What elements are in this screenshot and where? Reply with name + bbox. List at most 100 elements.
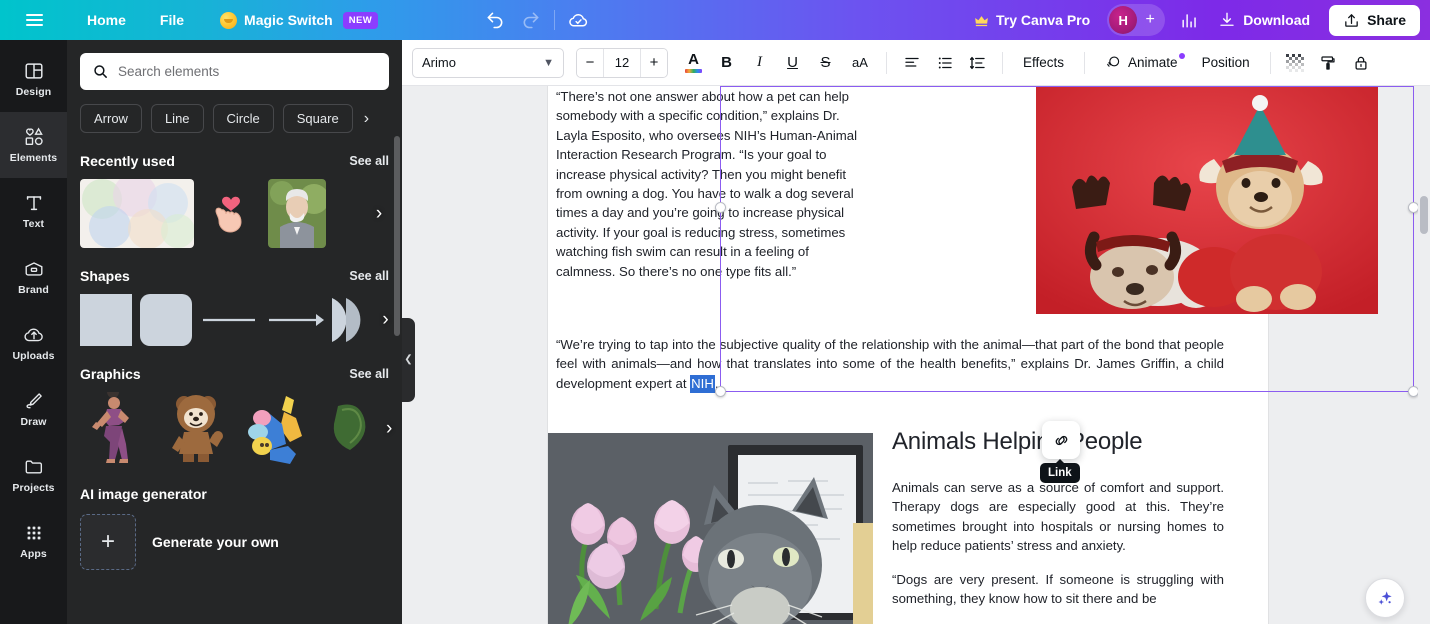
- bold-button[interactable]: B: [711, 47, 742, 78]
- avatar[interactable]: H: [1109, 6, 1138, 34]
- animate-button[interactable]: Animate: [1094, 47, 1189, 78]
- copy-style-roller-icon[interactable]: [1313, 47, 1344, 78]
- sidebar-item-text[interactable]: Text: [0, 178, 67, 244]
- animate-label: Animate: [1128, 55, 1178, 70]
- see-all-graphics[interactable]: See all: [349, 367, 389, 381]
- section-header-shapes: Shapes See all: [80, 268, 389, 284]
- paragraph-2[interactable]: “We’re trying to tap into the subjective…: [556, 335, 1224, 393]
- design-page[interactable]: “There’s not one answer about how a pet …: [548, 86, 1430, 624]
- graphic-person-stack[interactable]: [240, 392, 312, 466]
- panel-scrollbar[interactable]: [394, 136, 400, 336]
- finger-heart-sticker: [215, 196, 242, 233]
- lock-icon[interactable]: [1346, 47, 1377, 78]
- sidebar-item-label: Text: [22, 218, 45, 230]
- sidebar-item-apps[interactable]: Apps: [0, 508, 67, 574]
- chevron-right-icon[interactable]: ›: [369, 203, 389, 225]
- graphic-leaf[interactable]: [320, 392, 378, 466]
- font-size-increase[interactable]: +: [641, 48, 667, 77]
- chevron-down-icon: ▼: [543, 56, 554, 69]
- chip-circle[interactable]: Circle: [212, 104, 274, 133]
- chip-square[interactable]: Square: [282, 104, 353, 133]
- thumb-portrait[interactable]: [268, 179, 326, 248]
- thumb-finger-heart[interactable]: [202, 179, 260, 248]
- section-body[interactable]: Animals can serve as a source of comfort…: [892, 478, 1224, 608]
- ai-generator-row: + Generate your own: [80, 514, 389, 570]
- add-collaborator-button[interactable]: +: [1137, 7, 1163, 33]
- divider: [1269, 51, 1271, 74]
- search-input[interactable]: [118, 64, 377, 79]
- sidebar-item-label: Projects: [12, 482, 55, 494]
- sidebar-item-projects[interactable]: Projects: [0, 442, 67, 508]
- letter-case-button[interactable]: aA: [843, 47, 877, 78]
- chevron-left-icon: ❮: [404, 354, 413, 365]
- insights-chart-icon[interactable]: [1171, 2, 1207, 38]
- magic-switch-label: Magic Switch: [244, 12, 333, 28]
- underline-button[interactable]: U: [777, 47, 808, 78]
- file-menu[interactable]: File: [149, 6, 195, 34]
- magic-studio-button[interactable]: [1365, 578, 1405, 618]
- shape-square[interactable]: [80, 294, 132, 346]
- graphic-woman-exercising[interactable]: [80, 392, 152, 466]
- effects-button[interactable]: Effects: [1012, 47, 1075, 78]
- download-icon: [1220, 12, 1234, 26]
- chip-arrow[interactable]: Arrow: [80, 104, 142, 133]
- share-upload-icon: [1345, 13, 1358, 27]
- collapse-panel-button[interactable]: ❮: [402, 318, 415, 402]
- line-spacing-icon[interactable]: [962, 47, 993, 78]
- graphic-bear-costume[interactable]: [160, 392, 232, 466]
- shape-rounded-square[interactable]: [140, 294, 192, 346]
- font-size-value[interactable]: 12: [603, 48, 641, 77]
- shape-half-circle[interactable]: [332, 294, 374, 346]
- generate-your-own-label[interactable]: Generate your own: [152, 534, 279, 550]
- selected-text-nih[interactable]: NIH: [690, 374, 715, 393]
- sidebar-item-label: Draw: [20, 416, 47, 428]
- shape-line[interactable]: [200, 294, 258, 346]
- sidebar-item-draw[interactable]: Draw: [0, 376, 67, 442]
- bullet-list-icon[interactable]: [929, 47, 960, 78]
- brand-wallet-icon: [25, 262, 42, 276]
- sidebar-item-elements[interactable]: Elements: [0, 112, 67, 178]
- position-button[interactable]: Position: [1191, 47, 1261, 78]
- chevron-right-icon[interactable]: ›: [386, 418, 392, 440]
- download-button[interactable]: Download: [1207, 5, 1321, 35]
- section-title: Shapes: [80, 268, 130, 284]
- font-size-stepper: − 12 +: [576, 47, 668, 78]
- italic-button[interactable]: I: [744, 47, 775, 78]
- font-family-select[interactable]: Arimo ▼: [412, 47, 564, 78]
- generate-your-own-button[interactable]: +: [80, 514, 136, 570]
- home-menu[interactable]: Home: [76, 6, 137, 34]
- sidebar-item-design[interactable]: Design: [0, 46, 67, 112]
- search-elements-box[interactable]: [80, 53, 389, 90]
- redo-icon[interactable]: [513, 2, 549, 38]
- image-dogs[interactable]: [1036, 87, 1378, 314]
- image-cat[interactable]: [548, 433, 873, 624]
- share-button[interactable]: Share: [1329, 4, 1420, 36]
- font-size-decrease[interactable]: −: [577, 48, 603, 77]
- text-color-A-icon[interactable]: A: [678, 47, 709, 78]
- try-canva-pro-button[interactable]: Try Canva Pro: [963, 6, 1101, 34]
- chip-line[interactable]: Line: [150, 104, 204, 133]
- cloud-saved-icon[interactable]: [560, 2, 596, 38]
- canvas-scrollbar-thumb[interactable]: [1420, 196, 1428, 234]
- paragraph-1[interactable]: “There’s not one answer about how a pet …: [556, 87, 861, 281]
- sidebar-item-brand[interactable]: Brand: [0, 244, 67, 310]
- link-button[interactable]: [1042, 421, 1080, 459]
- transparency-checker-icon[interactable]: [1280, 47, 1311, 78]
- canvas-area[interactable]: “There’s not one answer about how a pet …: [402, 86, 1430, 624]
- canvas-scrollbar-track[interactable]: [1418, 86, 1430, 624]
- elements-shapes-icon: [25, 127, 43, 146]
- magic-switch-menu[interactable]: Magic Switch NEW: [209, 6, 389, 35]
- text-align-left-icon[interactable]: [896, 47, 927, 78]
- chevron-right-icon[interactable]: ›: [362, 110, 369, 128]
- see-all-recently-used[interactable]: See all: [349, 154, 389, 168]
- see-all-shapes[interactable]: See all: [349, 269, 389, 283]
- shape-arrow[interactable]: [266, 294, 324, 346]
- recently-used-row: ›: [80, 179, 389, 248]
- chevron-right-icon[interactable]: ›: [382, 309, 389, 331]
- undo-icon[interactable]: [477, 2, 513, 38]
- file-label: File: [159, 12, 185, 28]
- strikethrough-button[interactable]: S: [810, 47, 841, 78]
- thumb-watercolor[interactable]: [80, 179, 194, 248]
- sidebar-item-uploads[interactable]: Uploads: [0, 310, 67, 376]
- hamburger-icon[interactable]: [14, 0, 54, 40]
